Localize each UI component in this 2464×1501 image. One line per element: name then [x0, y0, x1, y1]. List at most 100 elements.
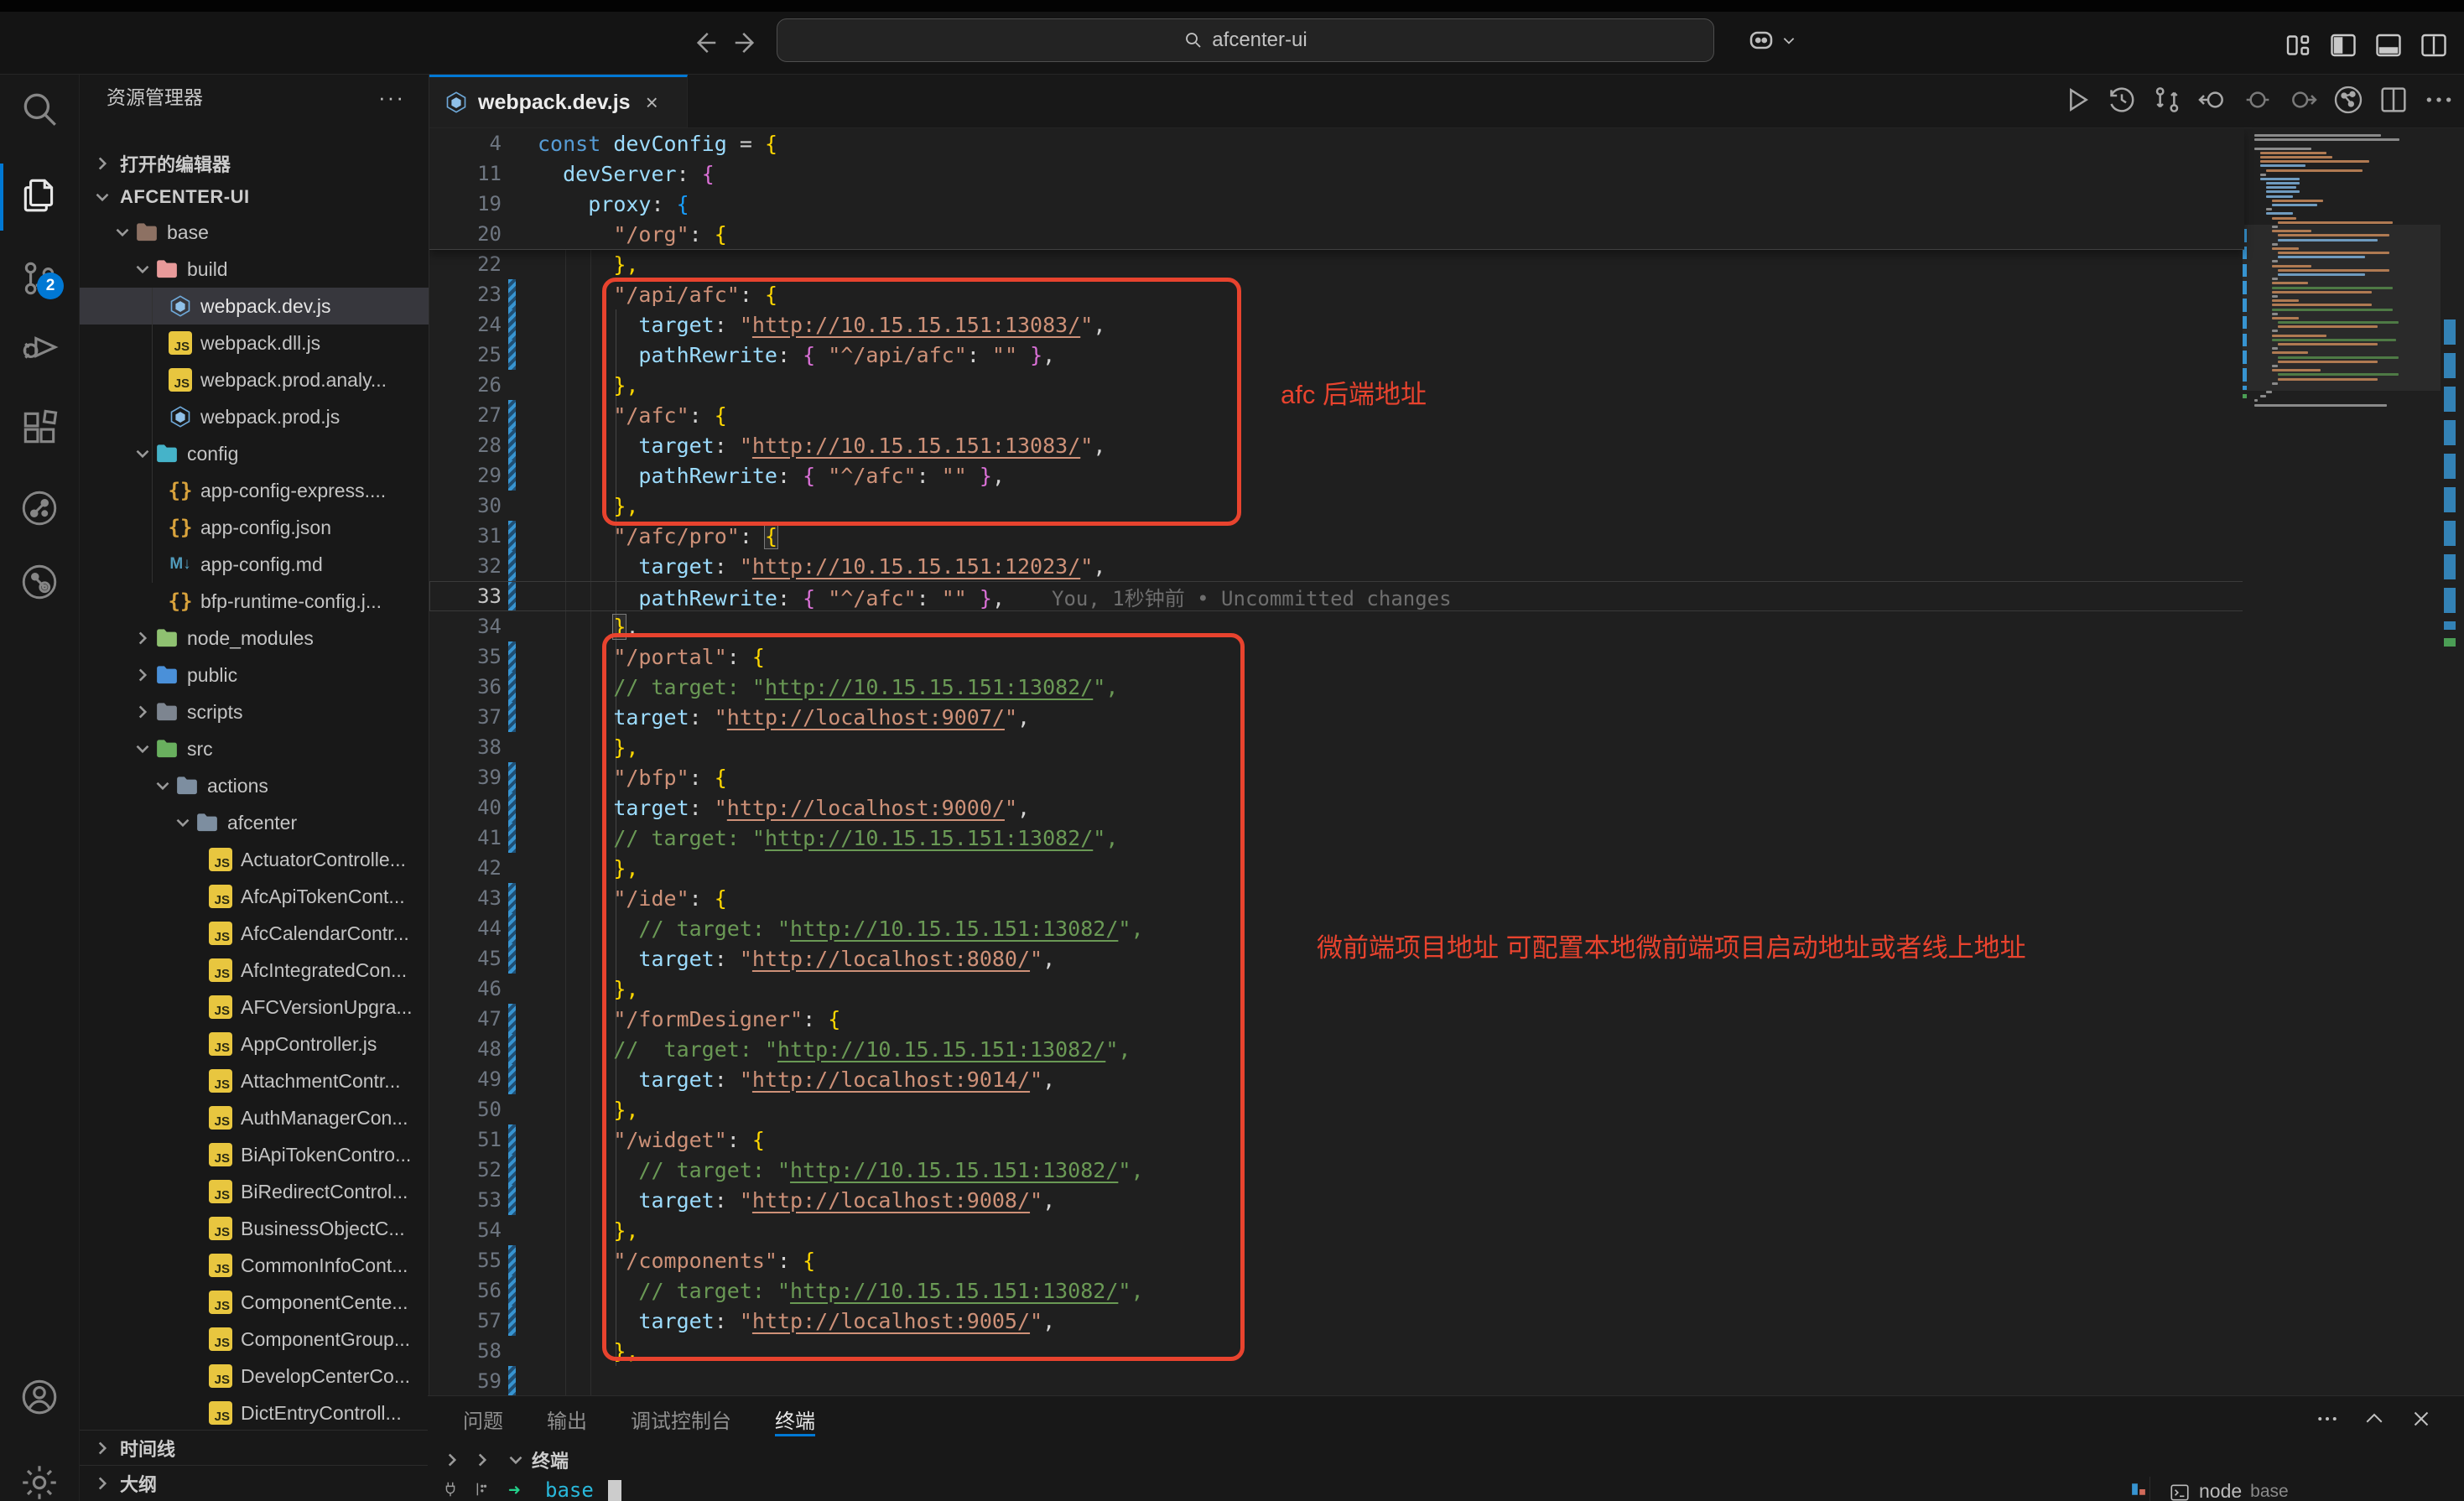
tree-chevron-icon[interactable] [132, 738, 153, 760]
tree-item-app-config.json[interactable]: {}app-config.json [80, 509, 429, 546]
tree-item-bfp-runtime-config.j...[interactable]: {}bfp-runtime-config.j... [80, 583, 429, 620]
code-text[interactable]: "/bfp": { [516, 766, 727, 790]
tree-item-AFCVersionUpgra...[interactable]: JSAFCVersionUpgra... [80, 989, 429, 1026]
code-text[interactable]: "/formDesigner": { [516, 1007, 840, 1031]
code-text[interactable]: target: "http://localhost:9008/", [516, 1188, 1055, 1213]
code-text[interactable]: "/portal": { [516, 645, 765, 669]
next-change-icon[interactable] [2286, 83, 2320, 117]
code-text[interactable]: // target: "http://10.15.15.151:13082/", [516, 917, 1144, 941]
explorer-view-icon[interactable] [18, 174, 60, 216]
tree-item-public[interactable]: public [80, 657, 429, 693]
code-text[interactable]: target: "http://localhost:9007/", [516, 705, 1030, 730]
code-text[interactable]: target: "http://10.15.15.151:12023/", [516, 554, 1105, 579]
tree-item-AuthManagerCon...[interactable]: JSAuthManagerCon... [80, 1099, 429, 1136]
code-text[interactable]: // target: "http://10.15.15.151:13082/", [516, 1158, 1144, 1182]
tree-chevron-icon[interactable] [132, 627, 153, 649]
tree-chevron-icon[interactable] [132, 664, 153, 686]
tree-item-AppController.js[interactable]: JSAppController.js [80, 1026, 429, 1062]
tree-item-ComponentCente...[interactable]: JSComponentCente... [80, 1284, 429, 1321]
previous-change-icon[interactable] [2196, 83, 2229, 117]
code-text[interactable]: target: "http://localhost:9014/", [516, 1067, 1055, 1092]
copilot-menu[interactable] [1746, 25, 1796, 55]
tree-item-webpack.prod.js[interactable]: webpack.prod.js [80, 398, 429, 435]
tree-item-ActuatorControlle...[interactable]: JSActuatorControlle... [80, 841, 429, 878]
code-text[interactable]: pathRewrite: { "^/afc": "" },You, 1秒钟前 •… [516, 582, 1452, 611]
tree-item-build[interactable]: build [80, 251, 429, 288]
tree-item-BusinessObjectC...[interactable]: JSBusinessObjectC... [80, 1210, 429, 1247]
editor-body[interactable]: 4const devConfig = {11 devServer: {19 pr… [429, 128, 2464, 1396]
code-link[interactable]: http://localhost:9000/ [727, 796, 1005, 820]
code-text[interactable]: }, [516, 1339, 638, 1363]
tree-item-app-config-express....[interactable]: {}app-config-express.... [80, 472, 429, 509]
tree-item-AfcCalendarContr...[interactable]: JSAfcCalendarContr... [80, 915, 429, 952]
code-text[interactable]: target: "http://localhost:8080/", [516, 947, 1055, 971]
code-text[interactable]: pathRewrite: { "^/afc": "" }, [516, 464, 1005, 488]
code-text[interactable]: target: "http://10.15.15.151:13083/", [516, 313, 1105, 337]
toggle-secondary-sidebar-icon[interactable] [2419, 30, 2449, 57]
code-text[interactable]: // target: "http://10.15.15.151:13082/", [516, 1037, 1131, 1062]
code-text[interactable]: // target: "http://10.15.15.151:13082/", [516, 1279, 1144, 1303]
tree-item-DictEntryControll...[interactable]: JSDictEntryControll... [80, 1395, 429, 1431]
chevron-right-icon[interactable] [441, 1449, 463, 1471]
code-text[interactable]: }, [516, 373, 638, 397]
sidebar-more-actions-icon[interactable]: ··· [378, 85, 405, 111]
tree-item-app-config.md[interactable]: M↓app-config.md [80, 546, 429, 583]
timeline-history-icon[interactable] [2105, 83, 2139, 117]
customize-layout-icon[interactable] [2283, 30, 2313, 57]
code-link[interactable]: http://10.15.15.151:13082/ [777, 1037, 1105, 1062]
code-link[interactable]: http://10.15.15.151:13082/ [790, 1158, 1118, 1182]
code-text[interactable]: target: "http://10.15.15.151:13083/", [516, 434, 1105, 458]
tree-item-scripts[interactable]: scripts [80, 693, 429, 730]
timeline-section[interactable]: 时间线 [80, 1430, 429, 1465]
tree-item-nodemodules[interactable]: node_modules [80, 620, 429, 657]
toggle-sidebar-icon[interactable] [2328, 30, 2358, 57]
panel-close-icon[interactable] [2409, 1406, 2434, 1431]
code-text[interactable]: "/afc": { [516, 403, 727, 428]
code-text[interactable]: }, [516, 735, 638, 760]
chevron-right-icon[interactable] [471, 1449, 493, 1471]
code-text[interactable]: }, [516, 252, 638, 277]
code-text[interactable]: }, [516, 494, 638, 518]
code-text[interactable]: "/afc/pro": { [516, 524, 777, 548]
code-link[interactable]: http://10.15.15.151:12023/ [752, 554, 1080, 579]
tree-item-afcenter[interactable]: afcenter [80, 804, 429, 841]
tree-item-src[interactable]: src [80, 730, 429, 767]
tree-chevron-icon[interactable] [112, 221, 133, 243]
code-text[interactable]: "/widget": { [516, 1128, 765, 1152]
project-root-section[interactable]: AFCENTER-UI [80, 180, 429, 214]
code-text[interactable]: "/org": { [516, 222, 727, 247]
tab-close-icon[interactable]: × [646, 90, 658, 116]
tree-item-CommonInfoCont...[interactable]: JSCommonInfoCont... [80, 1247, 429, 1284]
tree-item-DevelopCenterCo...[interactable]: JSDevelopCenterCo... [80, 1358, 429, 1395]
extensions-icon[interactable] [18, 407, 60, 449]
remote-explorer-icon[interactable] [18, 487, 60, 529]
tree-item-BiRedirectControl...[interactable]: JSBiRedirectControl... [80, 1173, 429, 1210]
tree-chevron-icon[interactable] [132, 258, 153, 280]
command-center-search[interactable]: afcenter-ui [777, 18, 1714, 62]
code-link[interactable]: http://localhost:9008/ [752, 1188, 1030, 1213]
code-text[interactable]: }, [516, 1098, 638, 1122]
open-changes-icon[interactable] [2150, 83, 2184, 117]
code-text[interactable]: const devConfig = { [516, 132, 777, 156]
search-view-icon[interactable] [18, 88, 60, 130]
account-icon[interactable] [18, 1376, 60, 1418]
code-link[interactable]: http://10.15.15.151:13082/ [790, 1279, 1118, 1303]
code-link[interactable]: http://10.15.15.151:13082/ [765, 675, 1093, 699]
panel-tab-终端[interactable]: 终端 [756, 1396, 834, 1441]
tree-item-webpack.prod.analy...[interactable]: JSwebpack.prod.analy... [80, 361, 429, 398]
code-link[interactable]: http://localhost:8080/ [752, 947, 1030, 971]
tree-item-base[interactable]: base [80, 214, 429, 251]
layout-dots-icon[interactable] [471, 1480, 490, 1498]
code-text[interactable]: target: "http://localhost:9000/", [516, 796, 1030, 820]
terminal-group-header[interactable]: 终端 [428, 1443, 2464, 1477]
tree-item-webpack.dll.js[interactable]: JSwebpack.dll.js [80, 325, 429, 361]
toggle-panel-icon[interactable] [2373, 30, 2404, 57]
remote-monitor-icon[interactable] [18, 561, 60, 603]
code-text[interactable]: devServer: { [516, 162, 715, 186]
overview-ruler[interactable] [2441, 128, 2464, 1396]
settings-gear-icon[interactable] [18, 1462, 60, 1501]
current-change-icon[interactable] [2241, 83, 2274, 117]
code-text[interactable]: "/api/afc": { [516, 283, 777, 307]
panel-more-actions-icon[interactable] [2315, 1406, 2340, 1431]
tree-item-actions[interactable]: actions [80, 767, 429, 804]
